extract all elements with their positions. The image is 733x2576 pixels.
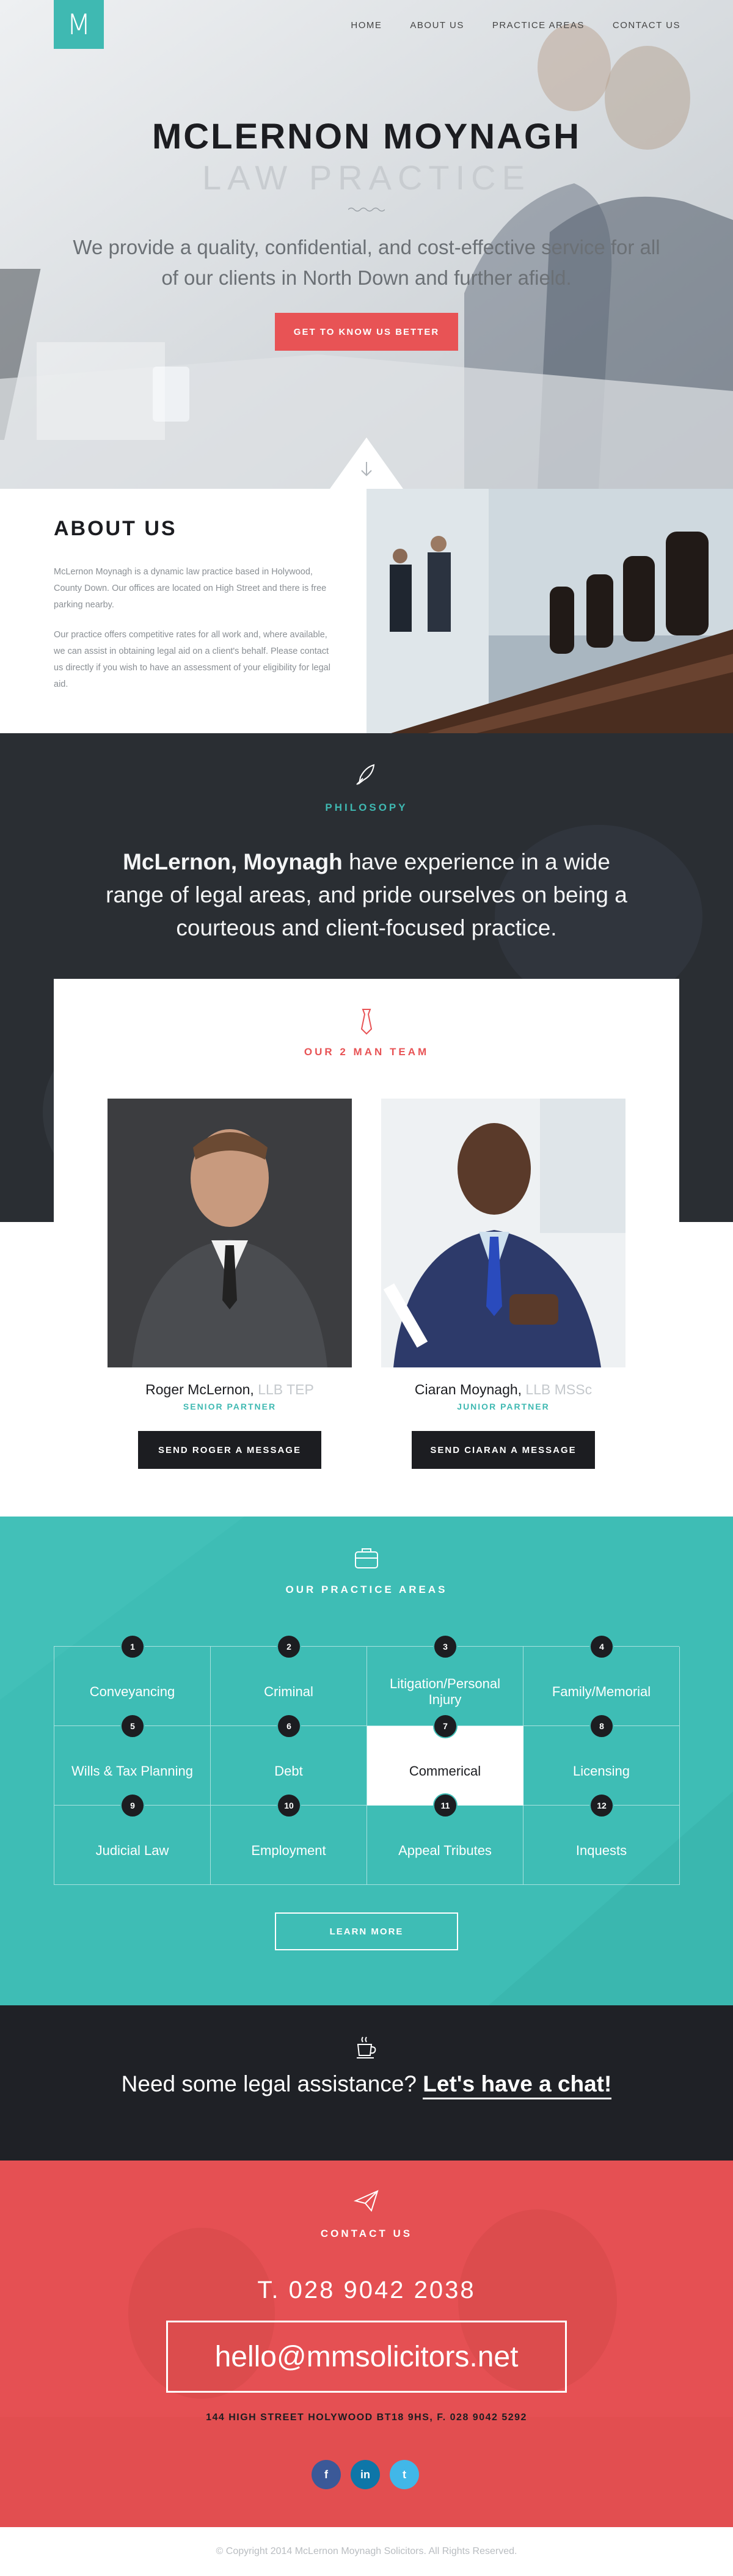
briefcase-icon [355, 1548, 378, 1568]
squiggle-divider [348, 207, 385, 212]
area-number-badge: 9 [120, 1793, 145, 1818]
hero-subtitle: LAW PRACTICE [202, 158, 531, 197]
area-label: Judicial Law [95, 1842, 169, 1858]
boardroom-photo [366, 489, 733, 733]
area-number-badge: 8 [589, 1714, 614, 1738]
logo[interactable]: M [54, 0, 104, 49]
chat-prompt: Need some legal assistance? Let's have a… [0, 2071, 733, 2099]
ciaran-name-text: Ciaran Moynagh, [414, 1381, 522, 1397]
contact-section: CONTACT US T. 028 9042 2038 hello@mmsoli… [0, 2161, 733, 2527]
area-label: Inquests [575, 1842, 627, 1858]
about-heading: ABOUT US [54, 517, 177, 540]
area-number-badge: 1 [120, 1634, 145, 1659]
area-number-badge: 6 [277, 1714, 301, 1738]
philosophy-statement: McLernon, Moynagh have experience in a w… [104, 846, 629, 945]
hero-section: MCLERNON MOYNAGH LAW PRACTICE We provide… [0, 0, 733, 489]
ciaran-role: JUNIOR PARTNER [457, 1402, 550, 1411]
learn-more-button[interactable]: LEARN MORE [275, 1912, 458, 1950]
paper-plane-icon [353, 2190, 379, 2212]
main-menu: HOME ABOUT US PRACTICE AREAS CONTACT US [323, 20, 680, 31]
philosophy-label: PHILOSOPY [325, 802, 408, 813]
area-label: Appeal Tributes [398, 1842, 492, 1858]
area-number-badge: 7 [433, 1714, 458, 1738]
scroll-down-arrow[interactable] [330, 437, 403, 489]
area-label: Employment [251, 1842, 326, 1858]
chat-question: Need some legal assistance? [121, 2071, 423, 2096]
philosophy-firm-name: McLernon, Moynagh [123, 849, 343, 874]
postal-address: 144 HIGH STREET HOLYWOOD BT18 9HS, F. 02… [206, 2412, 527, 2423]
get-to-know-us-button[interactable]: GET TO KNOW US BETTER [275, 313, 458, 351]
area-label: Licensing [573, 1763, 630, 1779]
practice-area-judicial-law[interactable]: 9 Judicial Law [54, 1793, 211, 1885]
area-label: Commerical [409, 1763, 481, 1779]
send-roger-message-button[interactable]: SEND ROGER A MESSAGE [138, 1431, 321, 1469]
roger-qualifications: LLB TEP [253, 1381, 314, 1397]
ciaran-name: Ciaran Moynagh, LLB MSSc [381, 1381, 625, 1398]
hero-description: We provide a quality, confidential, and … [73, 236, 660, 289]
team-label: OUR 2 MAN TEAM [304, 1046, 429, 1058]
facebook-icon[interactable]: f [312, 2460, 341, 2489]
area-number-badge: 11 [433, 1793, 458, 1818]
team-member-roger: Roger McLernon, LLB TEP SENIOR PARTNER S… [108, 1099, 352, 1469]
practice-area-appeal-tributes[interactable]: 11 Appeal Tributes [367, 1793, 523, 1885]
tie-icon [360, 1009, 373, 1035]
area-number-badge: 4 [589, 1634, 614, 1659]
team-member-ciaran: Ciaran Moynagh, LLB MSSc JUNIOR PARTNER … [381, 1099, 625, 1469]
area-number-badge: 5 [120, 1714, 145, 1738]
nav-home[interactable]: HOME [351, 20, 382, 31]
twitter-icon[interactable]: t [390, 2460, 419, 2489]
practice-area-inquests[interactable]: 12 Inquests [523, 1793, 680, 1885]
about-paragraph-2: Our practice offers competitive rates fo… [54, 630, 330, 689]
area-label: Wills & Tax Planning [71, 1763, 193, 1779]
quill-icon [356, 764, 375, 785]
top-navigation: M HOME ABOUT US PRACTICE AREAS CONTACT U… [0, 0, 733, 50]
roger-name-text: Roger McLernon, [145, 1381, 254, 1397]
area-number-badge: 10 [277, 1793, 301, 1818]
send-ciaran-message-button[interactable]: SEND CIARAN A MESSAGE [412, 1431, 595, 1469]
hero-title: MCLERNON MOYNAGH [151, 117, 582, 156]
area-label: Debt [274, 1763, 303, 1779]
about-text: ABOUT US McLernon Moynagh is a dynamic l… [54, 517, 335, 706]
social-links: f in t [312, 2460, 419, 2489]
about-paragraph-1: McLernon Moynagh is a dynamic law practi… [54, 567, 327, 610]
practice-areas-label: OUR PRACTICE AREAS [285, 1584, 448, 1595]
roger-role: SENIOR PARTNER [183, 1402, 277, 1411]
ciaran-qualifications: LLB MSSc [522, 1381, 593, 1397]
area-label: Family/Memorial [552, 1683, 651, 1699]
nav-contact-us[interactable]: CONTACT US [613, 20, 680, 31]
ciaran-photo [381, 1099, 625, 1367]
area-label: Conveyancing [89, 1683, 175, 1699]
logo-letter: M [67, 8, 91, 41]
practice-areas-grid: 1 Conveyancing 2 Criminal 3 Litigation/Pers… [54, 1634, 680, 1885]
area-label: Criminal [264, 1683, 313, 1699]
roger-name: Roger McLernon, LLB TEP [108, 1381, 352, 1398]
area-number-badge: 12 [589, 1793, 614, 1818]
area-number-badge: 3 [433, 1634, 458, 1659]
chat-section: Need some legal assistance? Let's have a… [0, 2005, 733, 2161]
footer: © Copyright 2014 McLernon Moynagh Solici… [0, 2527, 733, 2576]
team-card: OUR 2 MAN TEAM Roger McLernon, LLB TEP S… [54, 979, 679, 1517]
about-section: ABOUT US McLernon Moynagh is a dynamic l… [0, 489, 733, 733]
email-address[interactable]: hello@mmsolicitors.net [166, 2321, 567, 2393]
phone-number[interactable]: T. 028 9042 2038 [0, 2277, 733, 2304]
nav-practice-areas[interactable]: PRACTICE AREAS [492, 20, 585, 31]
roger-photo [108, 1099, 352, 1367]
linkedin-icon[interactable]: in [351, 2460, 380, 2489]
area-number-badge: 2 [277, 1634, 301, 1659]
practice-area-employment[interactable]: 10 Employment [211, 1793, 367, 1885]
copyright-text: © Copyright 2014 McLernon Moynagh Solici… [216, 2546, 517, 2556]
lets-have-a-chat-link[interactable]: Let's have a chat! [423, 2071, 612, 2099]
coffee-cup-icon [357, 2036, 376, 2058]
practice-areas-section: OUR PRACTICE AREAS 1 Conveyancing 2 Crimin… [0, 1517, 733, 2005]
contact-label: CONTACT US [320, 2228, 413, 2239]
nav-about-us[interactable]: ABOUT US [410, 20, 464, 31]
area-label: Litigation/Personal Injury [389, 1675, 500, 1707]
